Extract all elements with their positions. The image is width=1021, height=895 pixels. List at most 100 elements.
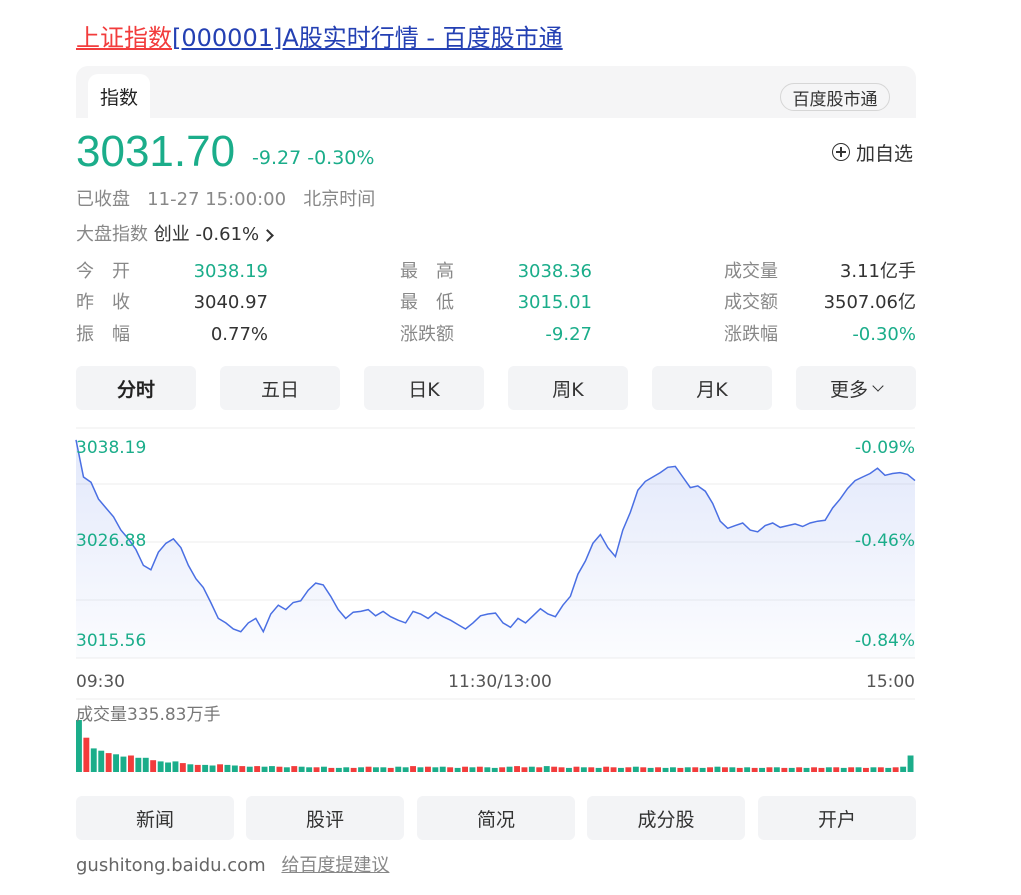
volume-bar bbox=[670, 767, 676, 772]
market-name: 创业 bbox=[153, 224, 190, 245]
tab-index[interactable]: 指数 bbox=[88, 74, 150, 118]
volume-bar bbox=[335, 767, 342, 772]
tab-news[interactable]: 新闻 bbox=[76, 796, 234, 840]
page-title[interactable]: 上证指数[000001]A股实时行情 - 百度股市通 bbox=[76, 20, 563, 56]
market-index-link[interactable]: 大盘指数 创业 -0.61% bbox=[76, 222, 275, 248]
volume-bar bbox=[410, 766, 416, 772]
y-right-bottom: -0.84% bbox=[855, 631, 915, 651]
volume-bar bbox=[736, 767, 743, 772]
tab-daily-k[interactable]: 日K bbox=[364, 366, 484, 410]
volume-bar bbox=[603, 766, 610, 772]
tab-constituents[interactable]: 成分股 bbox=[587, 796, 745, 840]
volume-bar bbox=[343, 767, 350, 772]
tab-monthly-k[interactable]: 月K bbox=[652, 366, 772, 410]
volume-bar bbox=[692, 767, 699, 772]
change-value: -9.27 bbox=[252, 147, 302, 169]
volume-bar bbox=[231, 765, 238, 772]
volume-bar bbox=[484, 767, 491, 772]
volume-bar bbox=[870, 767, 877, 772]
intraday-chart[interactable]: 3038.19 3026.88 3015.56 -0.09% -0.46% -0… bbox=[0, 420, 1021, 780]
volume-bar bbox=[566, 767, 572, 772]
y-left-top: 3038.19 bbox=[76, 438, 146, 458]
volume-bar bbox=[439, 766, 446, 772]
volume-bar bbox=[402, 767, 409, 772]
volume-bar bbox=[113, 754, 119, 772]
volume-bar bbox=[90, 748, 97, 772]
volume-bar bbox=[655, 767, 661, 772]
status-timezone: 北京时间 bbox=[303, 189, 376, 210]
volume-bar bbox=[83, 737, 90, 772]
volume-bar bbox=[417, 767, 424, 772]
volume-bar bbox=[313, 767, 320, 772]
tab-five-day[interactable]: 五日 bbox=[220, 366, 340, 410]
volume-bar bbox=[588, 767, 595, 772]
stat-value: 3040.97 bbox=[193, 292, 268, 313]
title-rest[interactable]: [000001]A股实时行情 - 百度股市通 bbox=[172, 24, 563, 52]
volume-bar bbox=[298, 766, 305, 772]
baidu-gushitong-badge[interactable]: 百度股市通 bbox=[780, 83, 890, 111]
volume-bar bbox=[595, 767, 602, 772]
volume-bar bbox=[172, 761, 179, 772]
volume-bar bbox=[476, 766, 483, 772]
current-price: 3031.70 bbox=[76, 127, 236, 176]
stat-label: 涨跌额 bbox=[400, 324, 454, 345]
tab-open-account[interactable]: 开户 bbox=[758, 796, 916, 840]
volume-bar bbox=[321, 766, 327, 772]
tab-weekly-k[interactable]: 周K bbox=[508, 366, 628, 410]
volume-bar bbox=[722, 767, 728, 772]
x-label-end: 15:00 bbox=[866, 672, 915, 692]
volume-bar bbox=[224, 764, 231, 772]
volume-bar bbox=[707, 767, 713, 772]
volume-bar bbox=[744, 767, 751, 772]
tab-comments[interactable]: 股评 bbox=[246, 796, 404, 840]
market-status: 已收盘 11-27 15:00:00 北京时间 bbox=[76, 188, 375, 212]
volume-bar bbox=[142, 757, 149, 772]
volume-bar bbox=[105, 753, 112, 772]
volume-bar bbox=[848, 767, 855, 772]
volume-bar bbox=[781, 767, 788, 772]
tab-intraday[interactable]: 分时 bbox=[76, 366, 196, 410]
volume-bar bbox=[209, 765, 216, 772]
volume-bar bbox=[677, 767, 684, 772]
volume-label: 成交量335.83万手 bbox=[76, 705, 220, 725]
volume-bar bbox=[462, 766, 468, 772]
stat-value: 3015.01 bbox=[517, 292, 592, 313]
add-watchlist-button[interactable]: 加自选 bbox=[832, 140, 913, 165]
volume-bar bbox=[729, 767, 736, 772]
volume-bar bbox=[328, 767, 335, 772]
volume-bar bbox=[217, 764, 223, 772]
stat-value: 3507.06亿 bbox=[823, 292, 916, 313]
volume-bar bbox=[365, 766, 372, 772]
volume-bar bbox=[150, 760, 157, 772]
tab-more[interactable]: 更多 bbox=[796, 366, 916, 410]
market-label: 大盘指数 bbox=[76, 224, 148, 245]
volume-bar bbox=[358, 767, 364, 772]
chevron-down-icon bbox=[872, 379, 884, 392]
volume-bar bbox=[350, 767, 357, 772]
volume-bar bbox=[803, 767, 810, 772]
footer: gushitong.baidu.com 给百度提建议 bbox=[76, 854, 389, 878]
volume-bar bbox=[759, 767, 765, 772]
plus-circle-icon bbox=[832, 143, 850, 161]
volume-bar bbox=[291, 766, 298, 772]
volume-bar bbox=[454, 767, 461, 772]
volume-bar bbox=[885, 767, 892, 772]
title-index-name[interactable]: 上证指数 bbox=[76, 24, 172, 52]
volume-bar bbox=[239, 766, 246, 772]
tab-profile[interactable]: 简况 bbox=[417, 796, 575, 840]
stat-value: 3.11亿手 bbox=[839, 261, 916, 282]
volume-bar bbox=[766, 767, 773, 772]
volume-bar bbox=[684, 767, 691, 772]
y-right-top: -0.09% bbox=[855, 438, 915, 458]
volume-bar bbox=[863, 767, 869, 772]
suggest-link[interactable]: 给百度提建议 bbox=[281, 855, 389, 876]
volume-bar bbox=[536, 767, 543, 772]
volume-bar bbox=[380, 767, 387, 772]
volume-bar bbox=[625, 767, 632, 772]
volume-bar bbox=[499, 767, 506, 772]
volume-bar bbox=[900, 766, 907, 772]
change-percent: -0.30% bbox=[307, 147, 375, 169]
market-change: -0.61% bbox=[195, 224, 260, 245]
volume-bar bbox=[580, 767, 587, 772]
volume-bar bbox=[855, 767, 862, 772]
